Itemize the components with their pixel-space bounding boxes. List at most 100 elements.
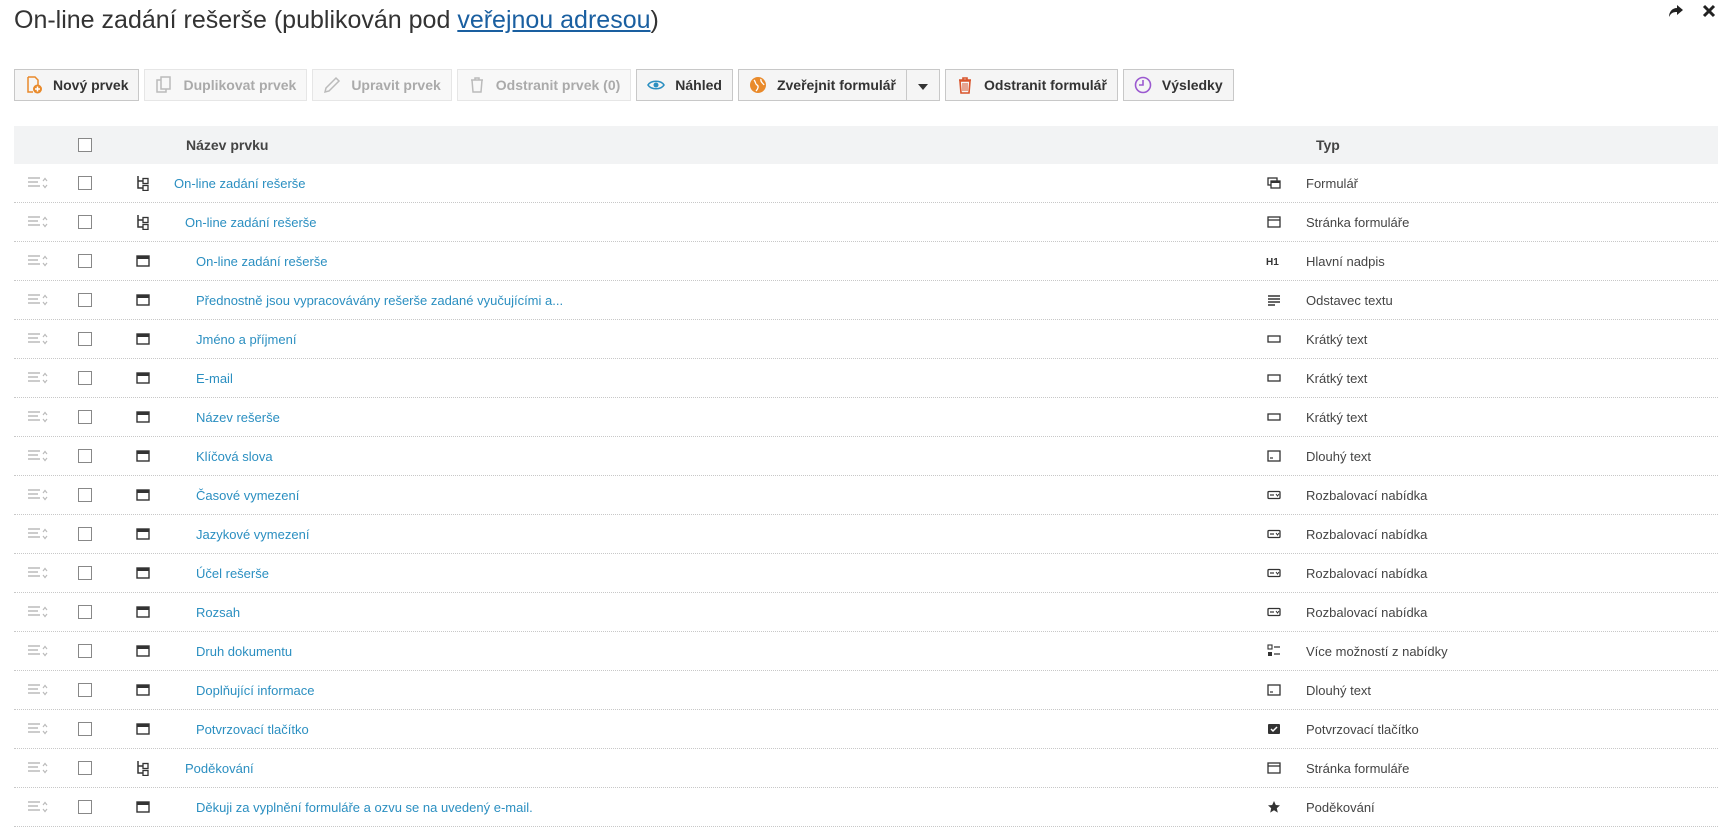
element-name-link[interactable]: Poděkování [185, 761, 254, 776]
element-name-link[interactable]: Jazykové vymezení [196, 527, 309, 542]
table-row[interactable]: Název rešerše Krátký text [14, 398, 1718, 437]
element-icon [136, 320, 152, 358]
table-row[interactable]: Druh dokumentu Více možností z nabídky [14, 632, 1718, 671]
element-name-link[interactable]: Klíčová slova [196, 449, 273, 464]
table-row[interactable]: Účel rešerše Rozbalovací nabídka [14, 554, 1718, 593]
long-text-icon [1266, 671, 1282, 709]
drag-handle-icon[interactable] [28, 437, 50, 475]
row-checkbox[interactable] [78, 320, 94, 358]
close-icon[interactable] [1702, 4, 1716, 23]
element-icon [136, 671, 152, 709]
drag-handle-icon[interactable] [28, 632, 50, 670]
row-checkbox[interactable] [78, 632, 94, 670]
row-checkbox[interactable] [78, 164, 94, 202]
select-all-checkbox[interactable] [78, 126, 94, 164]
element-name-link[interactable]: Jméno a příjmení [196, 332, 296, 347]
results-button[interactable]: Výsledky [1122, 69, 1234, 101]
row-checkbox[interactable] [78, 398, 94, 436]
element-name-link[interactable]: Časové vymezení [196, 488, 299, 503]
element-name-link[interactable]: Potvrzovací tlačítko [196, 722, 309, 737]
duplicate-item-button[interactable]: Duplikovat prvek [144, 69, 308, 101]
drag-handle-icon[interactable] [28, 320, 50, 358]
table-row[interactable]: Přednostně jsou vypracovávány rešerše za… [14, 281, 1718, 320]
tree-node-icon [136, 164, 152, 202]
drag-handle-icon[interactable] [28, 515, 50, 553]
drag-handle-icon[interactable] [28, 593, 50, 631]
element-type: Více možností z nabídky [1306, 643, 1448, 659]
table-row[interactable]: On-line zadání rešerše Formulář [14, 164, 1718, 203]
drag-handle-icon[interactable] [28, 554, 50, 592]
column-header-name[interactable]: Název prvku [186, 126, 268, 164]
table-row[interactable]: Jazykové vymezení Rozbalovací nabídka [14, 515, 1718, 554]
row-checkbox[interactable] [78, 476, 94, 514]
table-row[interactable]: Jméno a příjmení Krátký text [14, 320, 1718, 359]
multi-choice-icon [1266, 632, 1282, 670]
delete-form-button[interactable]: Odstranit formulář [945, 69, 1118, 101]
drag-handle-icon[interactable] [28, 359, 50, 397]
row-checkbox[interactable] [78, 593, 94, 631]
table-row[interactable]: Rozsah Rozbalovací nabídka [14, 593, 1718, 632]
element-name-link[interactable]: Přednostně jsou vypracovávány rešerše za… [196, 293, 563, 308]
element-name-link[interactable]: Doplňující informace [196, 683, 315, 698]
new-item-button[interactable]: Nový prvek [14, 69, 140, 101]
row-checkbox[interactable] [78, 359, 94, 397]
table-row[interactable]: Časové vymezení Rozbalovací nabídka [14, 476, 1718, 515]
drag-handle-icon[interactable] [28, 242, 50, 280]
element-name-link[interactable]: Název rešerše [196, 410, 280, 425]
element-icon [136, 476, 152, 514]
drag-handle-icon[interactable] [28, 710, 50, 748]
table-row[interactable]: E-mail Krátký text [14, 359, 1718, 398]
row-checkbox[interactable] [78, 242, 94, 280]
element-name-link[interactable]: Děkuji za vyplnění formuláře a ozvu se n… [196, 800, 533, 815]
element-type: Krátký text [1306, 331, 1368, 347]
edit-item-button[interactable]: Upravit prvek [312, 69, 452, 101]
drag-handle-icon[interactable] [28, 164, 50, 202]
table-row[interactable]: Poděkování Stránka formuláře [14, 749, 1718, 788]
globe-icon [749, 76, 767, 94]
table-row[interactable]: Klíčová slova Dlouhý text [14, 437, 1718, 476]
table-body: On-line zadání rešerše Formulář On-line za… [14, 164, 1718, 827]
drag-handle-icon[interactable] [28, 281, 50, 319]
drag-handle-icon[interactable] [28, 203, 50, 241]
window-controls [1668, 4, 1716, 23]
table-row[interactable]: Doplňující informace Dlouhý text [14, 671, 1718, 710]
element-name-link[interactable]: Rozsah [196, 605, 240, 620]
preview-button[interactable]: Náhled [636, 69, 733, 101]
drag-handle-icon[interactable] [28, 788, 50, 826]
row-checkbox[interactable] [78, 554, 94, 592]
drag-handle-icon[interactable] [28, 671, 50, 709]
public-address-link[interactable]: veřejnou adresou [457, 6, 650, 34]
element-name-link[interactable]: On-line zadání rešerše [196, 254, 328, 269]
publish-form-button[interactable]: Zveřejnit formulář [737, 69, 907, 101]
element-icon [136, 359, 152, 397]
element-name-link[interactable]: On-line zadání rešerše [185, 215, 317, 230]
publish-options-dropdown[interactable] [906, 69, 940, 101]
tree-node-icon [136, 749, 152, 787]
element-name-link[interactable]: On-line zadání rešerše [174, 176, 306, 191]
drag-handle-icon[interactable] [28, 749, 50, 787]
trash-icon [468, 76, 486, 94]
remove-item-button[interactable]: Odstranit prvek (0) [456, 69, 632, 101]
trash-icon [956, 76, 974, 94]
element-name-link[interactable]: Druh dokumentu [196, 644, 292, 659]
row-checkbox[interactable] [78, 203, 94, 241]
share-arrow-icon[interactable] [1668, 4, 1684, 23]
table-row[interactable]: On-line zadání rešerše H1 Hlavní nadpis [14, 242, 1718, 281]
row-checkbox[interactable] [78, 710, 94, 748]
row-checkbox[interactable] [78, 788, 94, 826]
row-checkbox[interactable] [78, 671, 94, 709]
element-name-link[interactable]: Účel rešerše [196, 566, 269, 581]
row-checkbox[interactable] [78, 281, 94, 319]
table-row[interactable]: On-line zadání rešerše Stránka formuláře [14, 203, 1718, 242]
row-checkbox[interactable] [78, 515, 94, 553]
element-name-link[interactable]: E-mail [196, 371, 233, 386]
table-row[interactable]: Potvrzovací tlačítko Potvrzovací tlačítko [14, 710, 1718, 749]
short-text-icon [1266, 359, 1282, 397]
row-checkbox[interactable] [78, 749, 94, 787]
table-row[interactable]: Děkuji za vyplnění formuláře a ozvu se n… [14, 788, 1718, 827]
column-header-type[interactable]: Typ [1316, 126, 1340, 164]
drag-handle-icon[interactable] [28, 398, 50, 436]
drag-handle-icon[interactable] [28, 476, 50, 514]
row-checkbox[interactable] [78, 437, 94, 475]
clock-icon [1134, 76, 1152, 94]
